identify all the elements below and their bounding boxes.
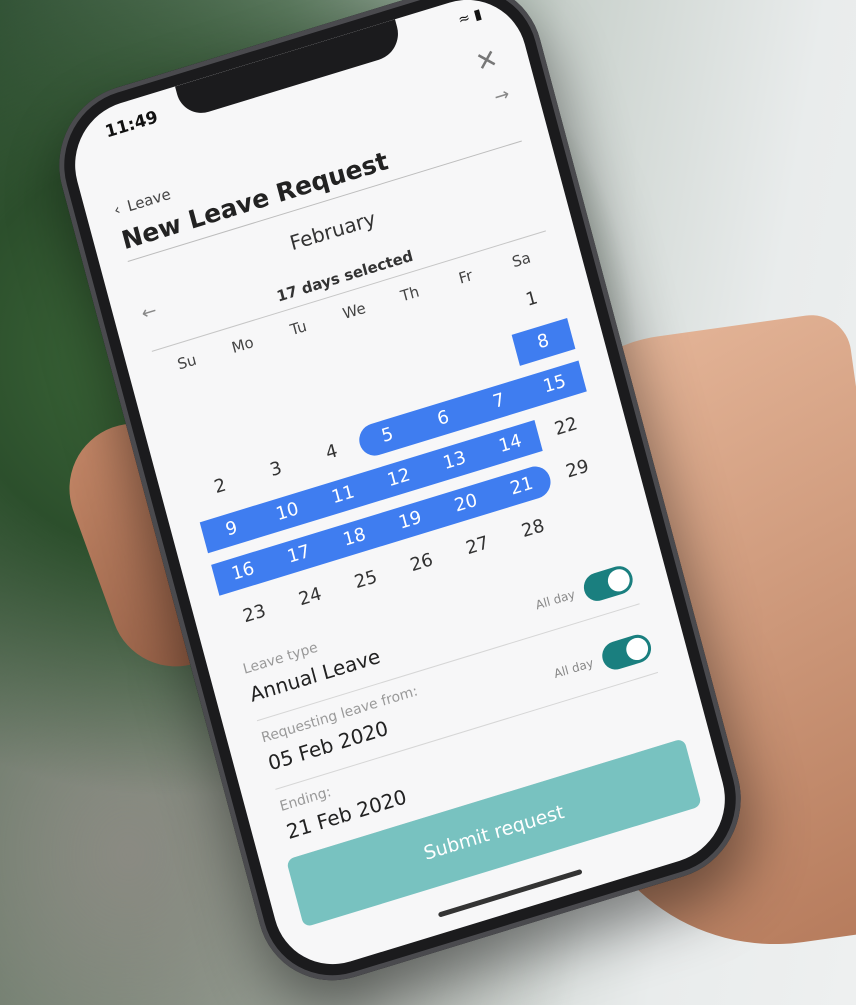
- back-label: Leave: [125, 184, 173, 216]
- weekday-label: Fr: [456, 266, 475, 288]
- weekday-label: Su: [175, 350, 199, 374]
- phone-notch: [175, 19, 404, 120]
- close-icon[interactable]: ✕: [473, 43, 502, 78]
- wifi-battery-icon: ≈ ▮: [456, 5, 484, 29]
- toggle-knob: [623, 635, 651, 663]
- chevron-left-icon: ‹: [111, 200, 123, 220]
- allday-label: All day: [534, 587, 577, 613]
- arrow-right-icon[interactable]: →: [492, 83, 512, 108]
- status-time: 11:49: [103, 107, 161, 143]
- arrow-left-icon[interactable]: ←: [139, 300, 159, 325]
- phone-device: 11:49 ≈ ▮ ✕ ‹ Leave → New Leave Request …: [41, 0, 759, 1000]
- toggle-knob: [605, 566, 633, 595]
- weekday-label: Sa: [510, 248, 533, 272]
- phone-screen: 11:49 ≈ ▮ ✕ ‹ Leave → New Leave Request …: [61, 0, 739, 980]
- weekday-label: Th: [398, 282, 422, 306]
- allday-label: All day: [552, 655, 596, 682]
- weekday-label: We: [340, 298, 368, 324]
- weekday-label: Tu: [288, 316, 309, 340]
- weekday-label: Mo: [229, 333, 256, 357]
- month-label: February: [287, 206, 379, 256]
